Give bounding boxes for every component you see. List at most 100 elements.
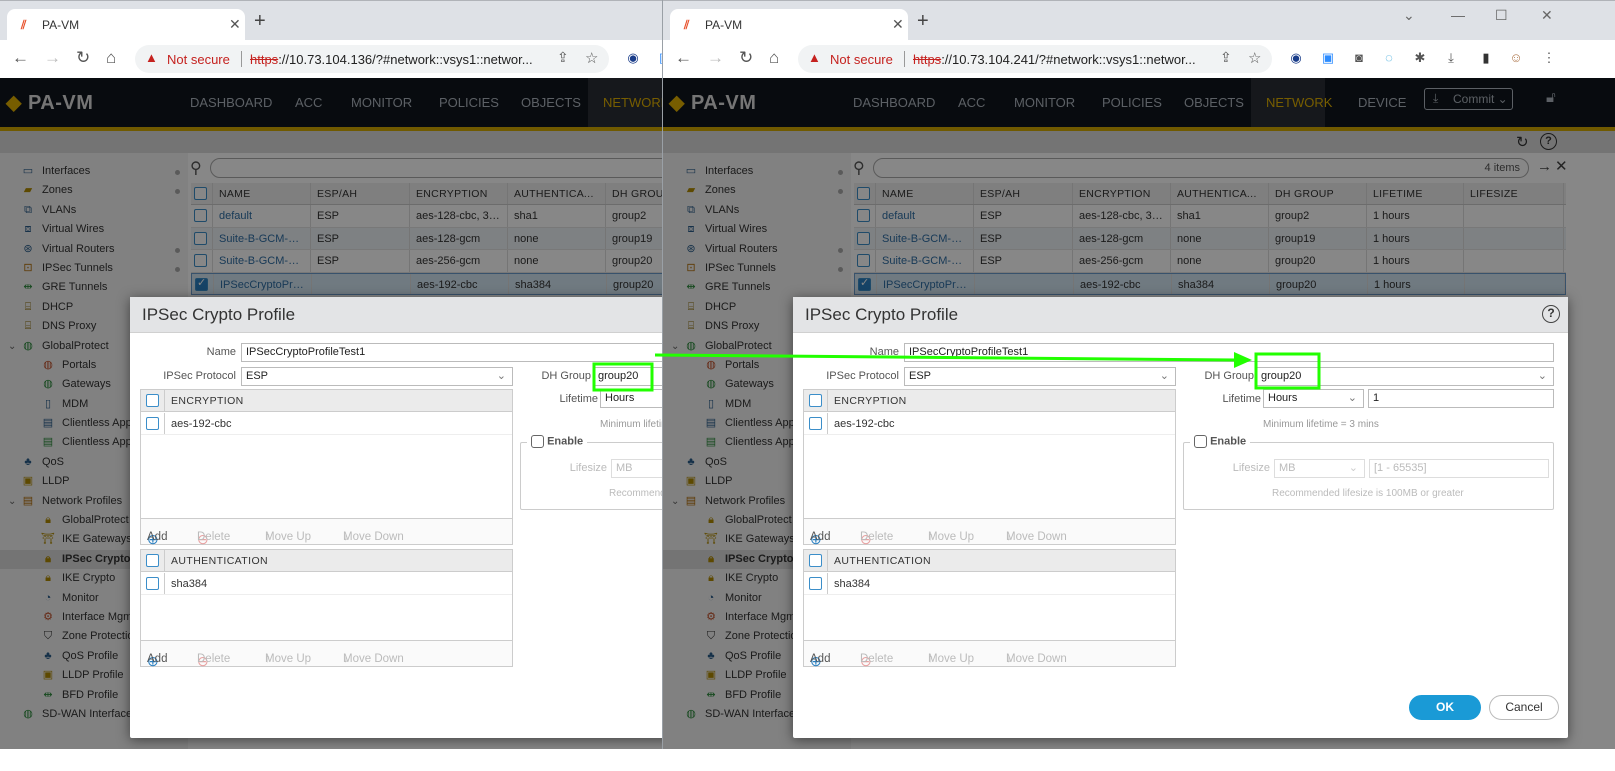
browser-tab[interactable]: ⫽ PA-VM ✕ bbox=[7, 9, 245, 41]
forward-icon[interactable]: → bbox=[44, 48, 61, 68]
select-all-checkbox[interactable] bbox=[804, 550, 828, 571]
lifesize-unit-select[interactable]: MB⌄ bbox=[611, 459, 662, 478]
url-text[interactable]: https://10.73.104.136/?#network::vsys1::… bbox=[250, 52, 533, 67]
lifesize-input[interactable]: [1 - 65535] bbox=[1369, 459, 1549, 478]
side-panel-icon[interactable]: ▮ bbox=[1478, 50, 1494, 66]
bookmark-star-icon[interactable]: ☆ bbox=[1248, 49, 1261, 67]
enable-lifesize-checkbox[interactable]: Enable bbox=[527, 435, 588, 448]
enable-label: Enable bbox=[1210, 435, 1247, 448]
ipsec-protocol-select[interactable]: ESP ⌄ bbox=[904, 367, 1176, 386]
paloalto-favicon-icon: ⫽ bbox=[684, 18, 690, 32]
encryption-grid-toolbar: ⊕ Add ⊖ Delete ↑ Move Up ↓ Move Down bbox=[804, 518, 1175, 547]
authentication-value: sha384 bbox=[171, 578, 208, 590]
lifetime-label: Lifetime bbox=[559, 393, 598, 405]
dialog-title-bar: IPSec Crypto Profile bbox=[130, 297, 662, 333]
download-icon[interactable]: ⤓ bbox=[1443, 50, 1459, 66]
dialog-title: IPSec Crypto Profile bbox=[142, 305, 296, 324]
forward-icon[interactable]: → bbox=[707, 48, 724, 68]
name-input[interactable]: IPSecCryptoProfileTest1 bbox=[241, 343, 662, 362]
home-icon[interactable]: ⌂ bbox=[769, 48, 779, 68]
maximize-icon[interactable]: ☐ bbox=[1495, 7, 1508, 24]
tab-search-icon[interactable]: ⌄ bbox=[1403, 7, 1415, 24]
address-bar[interactable]: ▲ Not secure https://10.73.104.136/?#net… bbox=[135, 45, 609, 73]
close-tab-icon[interactable]: ✕ bbox=[892, 16, 904, 33]
share-icon[interactable]: ⇪ bbox=[1220, 49, 1232, 66]
dh-group-label: DH Group bbox=[541, 370, 591, 382]
encryption-grid-header: ENCRYPTION bbox=[141, 390, 512, 412]
encryption-row[interactable]: aes-192-cbc bbox=[141, 413, 512, 435]
browser-window-right: ⫽ PA-VM ✕ + ⌄ — ☐ ✕ ← → ↻ ⌂ ▲ Not secure … bbox=[662, 0, 1615, 749]
row-checkbox[interactable] bbox=[804, 413, 828, 434]
o-extension-icon[interactable]: ◉ bbox=[625, 50, 641, 66]
sync-extension-icon[interactable]: ◌ bbox=[1381, 50, 1397, 66]
lifesize-label: Lifesize bbox=[569, 462, 607, 474]
browser-tab[interactable]: ⫽ PA-VM ✕ bbox=[670, 9, 908, 41]
lifetime-unit-select[interactable]: Hours⌄ bbox=[600, 389, 662, 408]
move-up-label: Move Up bbox=[265, 531, 312, 543]
new-tab-button[interactable]: + bbox=[917, 10, 929, 33]
encryption-row[interactable]: aes-192-cbc bbox=[804, 413, 1175, 435]
puzzle-extensions-icon[interactable]: ✱ bbox=[1412, 50, 1428, 66]
add-label: Add bbox=[147, 531, 168, 543]
lifetime-unit-value: Hours bbox=[1268, 392, 1298, 404]
divider bbox=[241, 51, 242, 67]
cancel-button[interactable]: Cancel bbox=[1489, 695, 1559, 720]
new-tab-button[interactable]: + bbox=[254, 10, 266, 33]
not-secure-label[interactable]: Not secure bbox=[167, 52, 230, 67]
chevron-down-icon: ⌄ bbox=[1347, 392, 1357, 404]
not-secure-label[interactable]: Not secure bbox=[830, 52, 893, 67]
minimize-icon[interactable]: — bbox=[1451, 7, 1465, 23]
share-icon[interactable]: ⇪ bbox=[557, 49, 569, 66]
menu-kebab-icon[interactable]: ⋮ bbox=[1541, 50, 1557, 66]
url-scheme: https bbox=[913, 52, 942, 67]
ok-button[interactable]: OK bbox=[1409, 695, 1481, 720]
back-icon[interactable]: ← bbox=[12, 48, 29, 68]
lifetime-unit-select[interactable]: Hours ⌄ bbox=[1263, 389, 1364, 408]
row-checkbox[interactable] bbox=[804, 573, 828, 594]
authentication-grid-toolbar: ⊕ Add ⊖ Delete ↑ Move Up ↓ Move Down bbox=[141, 640, 512, 669]
ipsec-protocol-value: ESP bbox=[909, 370, 932, 382]
close-tab-icon[interactable]: ✕ bbox=[229, 16, 241, 33]
zoom-extension-icon[interactable]: ▣ bbox=[1320, 50, 1336, 66]
encryption-grid: ENCRYPTION aes-192-cbc ⊕ Add ⊖ Delete ↑ Mov… bbox=[140, 389, 513, 547]
encryption-column-header: ENCRYPTION bbox=[171, 395, 244, 407]
dialog-help-icon[interactable]: ? bbox=[1542, 305, 1560, 323]
select-all-checkbox[interactable] bbox=[141, 550, 165, 571]
name-input[interactable]: IPSecCryptoProfileTest1 bbox=[904, 343, 1554, 362]
authentication-row[interactable]: sha384 bbox=[141, 573, 512, 595]
lifesize-unit-select[interactable]: MB⌄ bbox=[1274, 459, 1365, 478]
back-icon[interactable]: ← bbox=[675, 48, 692, 68]
lifesize-unit-value: MB bbox=[616, 462, 633, 474]
dh-group-select[interactable]: group20⌄ bbox=[593, 367, 662, 386]
encryption-column-header: ENCRYPTION bbox=[834, 395, 907, 407]
reload-icon[interactable]: ↻ bbox=[76, 48, 90, 68]
row-checkbox[interactable] bbox=[141, 413, 165, 434]
reload-icon[interactable]: ↻ bbox=[739, 48, 753, 68]
bookmark-star-icon[interactable]: ☆ bbox=[585, 49, 598, 67]
home-icon[interactable]: ⌂ bbox=[106, 48, 116, 68]
add-label: Add bbox=[147, 653, 168, 665]
select-all-checkbox[interactable] bbox=[141, 390, 165, 411]
profile-avatar[interactable]: ☺ bbox=[1508, 50, 1524, 66]
authentication-grid-header: AUTHENTICATION bbox=[804, 550, 1175, 572]
address-bar[interactable]: ▲ Not secure https://10.73.104.241/?#net… bbox=[798, 45, 1272, 73]
paloalto-favicon-icon: ⫽ bbox=[21, 18, 27, 32]
lifetime-unit-value: Hours bbox=[605, 392, 635, 404]
enable-lifesize-checkbox[interactable]: Enable bbox=[1190, 435, 1251, 448]
encryption-grid-toolbar: ⊕ Add ⊖ Delete ↑ Move Up ↓ Move Down bbox=[141, 518, 512, 547]
select-all-checkbox[interactable] bbox=[804, 390, 828, 411]
dialog-title: IPSec Crypto Profile bbox=[805, 305, 959, 324]
row-checkbox[interactable] bbox=[141, 573, 165, 594]
ipsec-protocol-select[interactable]: ESP ⌄ bbox=[241, 367, 513, 386]
o-extension-icon[interactable]: ◉ bbox=[1288, 50, 1304, 66]
authentication-grid-toolbar: ⊕ Add ⊖ Delete ↑ Move Up ↓ Move Down bbox=[804, 640, 1175, 669]
url-text[interactable]: https://10.73.104.241/?#network::vsys1::… bbox=[913, 52, 1196, 67]
authentication-column-header: AUTHENTICATION bbox=[834, 555, 931, 567]
lifetime-input[interactable]: 1 bbox=[1368, 389, 1554, 408]
authentication-row[interactable]: sha384 bbox=[804, 573, 1175, 595]
close-window-icon[interactable]: ✕ bbox=[1541, 7, 1553, 24]
dh-group-select[interactable]: group20⌄ bbox=[1256, 367, 1554, 386]
add-label: Add bbox=[810, 531, 831, 543]
chevron-down-icon: ⌄ bbox=[496, 370, 506, 382]
extension-icon[interactable]: ◙ bbox=[1351, 50, 1367, 66]
